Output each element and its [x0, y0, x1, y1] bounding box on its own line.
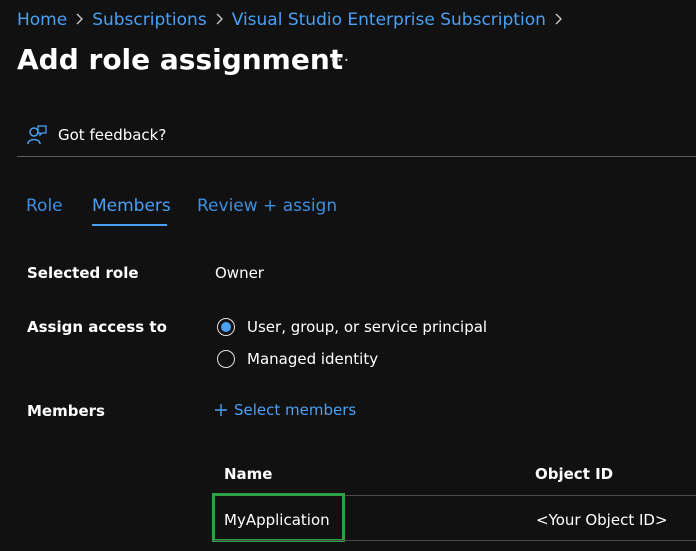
chevron-right-icon [554, 10, 563, 30]
feedback-icon [26, 124, 48, 146]
more-options-button[interactable]: ··· [330, 50, 350, 71]
selected-role-label: Selected role [27, 264, 139, 282]
plus-icon [214, 400, 228, 420]
tab-review-assign[interactable]: Review + assign [197, 195, 337, 217]
table-row-divider [214, 540, 696, 541]
tab-members[interactable]: Members [92, 195, 171, 217]
radio-button-unchecked[interactable] [217, 350, 235, 368]
breadcrumb-subscriptions[interactable]: Subscriptions [92, 10, 206, 30]
member-object-id: <Your Object ID> [536, 511, 668, 529]
tab-role[interactable]: Role [26, 195, 63, 217]
radio-button-checked[interactable] [217, 318, 235, 336]
chevron-right-icon [215, 10, 224, 30]
select-members-button[interactable]: Select members [214, 400, 356, 420]
radio-managed-identity[interactable]: Managed identity [217, 349, 378, 369]
radio-user-group-sp[interactable]: User, group, or service principal [217, 317, 487, 337]
select-members-label: Select members [234, 401, 357, 419]
page-title: Add role assignment [17, 43, 344, 76]
assign-access-label: Assign access to [27, 318, 167, 336]
breadcrumb-home[interactable]: Home [17, 10, 67, 30]
members-label: Members [27, 402, 105, 420]
breadcrumb: Home Subscriptions Visual Studio Enterpr… [17, 9, 577, 31]
table-row[interactable]: MyApplication <Your Object ID> [212, 493, 696, 542]
column-header-object-id: Object ID [535, 465, 614, 483]
breadcrumb-subscription[interactable]: Visual Studio Enterprise Subscription [232, 10, 546, 30]
radio-managed-identity-label: Managed identity [247, 350, 379, 368]
member-name: MyApplication [224, 511, 330, 529]
feedback-button[interactable]: Got feedback? [26, 124, 166, 146]
radio-user-group-sp-label: User, group, or service principal [247, 318, 488, 336]
selected-role-value: Owner [215, 264, 264, 282]
toolbar-divider [17, 156, 696, 157]
column-header-name: Name [224, 465, 273, 483]
chevron-right-icon [75, 10, 84, 30]
feedback-label: Got feedback? [58, 126, 167, 144]
tab-members-underline [92, 224, 167, 226]
